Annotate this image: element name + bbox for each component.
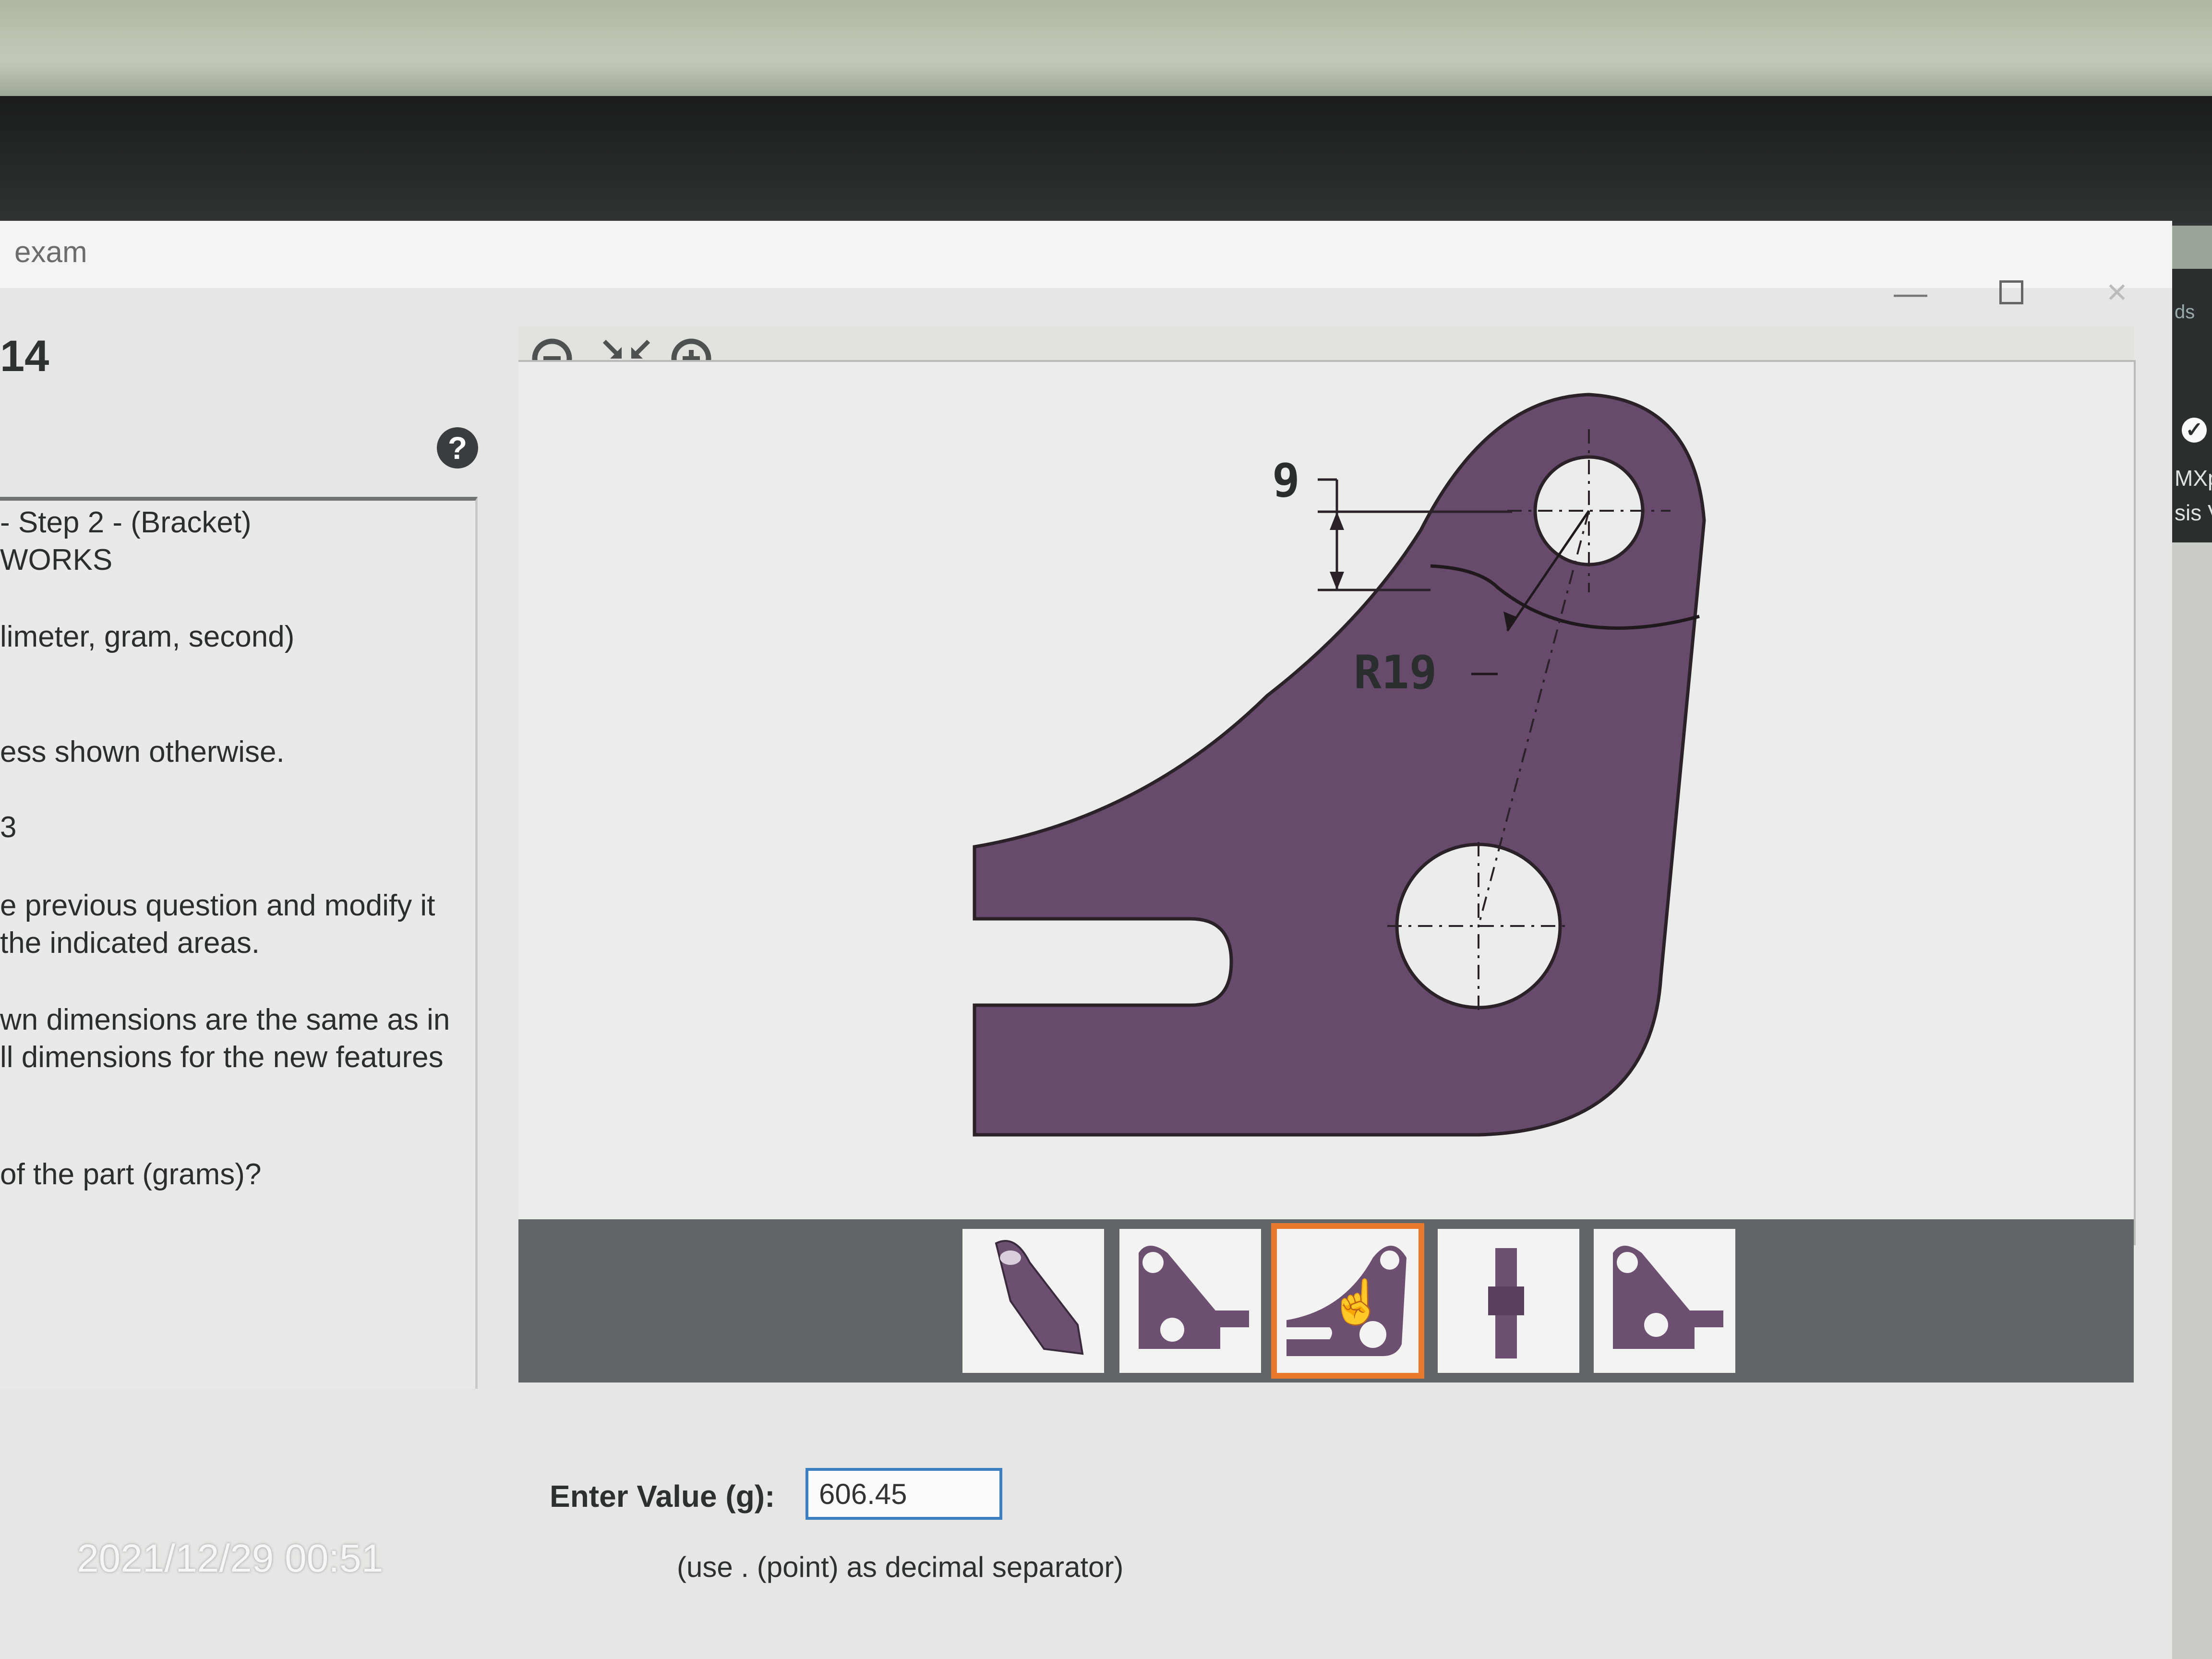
- question-line: WORKS: [0, 543, 113, 577]
- question-line: the indicated areas.: [0, 926, 260, 960]
- thumbnail-side-image: [1488, 1248, 1524, 1358]
- thumbnail-front-view[interactable]: [1119, 1229, 1261, 1373]
- title-bar: exam: [0, 221, 2172, 288]
- background-window-lower: [2172, 542, 2212, 1659]
- value-input[interactable]: [805, 1468, 1002, 1520]
- question-line: ess shown otherwise.: [0, 735, 285, 769]
- help-icon[interactable]: ?: [437, 427, 478, 469]
- thumbnail-strip: ☝: [518, 1219, 2134, 1382]
- question-line: e previous question and modify it: [0, 889, 435, 922]
- question-line: - Step 2 - (Bracket): [0, 506, 252, 539]
- question-line: limeter, gram, second): [0, 620, 295, 653]
- maximize-icon: [1999, 280, 2023, 304]
- thumbnail-alt-image: [1613, 1246, 1723, 1349]
- thumbnail-side-view[interactable]: [1438, 1229, 1579, 1373]
- check-icon: ✓: [2182, 418, 2207, 443]
- background-text-line: sis V: [2175, 500, 2212, 525]
- background-text-line: MXp: [2175, 466, 2212, 491]
- maximize-button[interactable]: [1992, 278, 2031, 307]
- question-line: 3: [0, 811, 17, 844]
- question-text-panel: - Step 2 - (Bracket) WORKS limeter, gram…: [0, 497, 478, 1389]
- dimension-9-label: 9: [1272, 454, 1300, 507]
- thumbnail-modified-view[interactable]: ☝: [1271, 1223, 1424, 1379]
- thumbnail-front-image: [1139, 1246, 1249, 1349]
- radius-label: R19: [1354, 646, 1437, 699]
- drawing-canvas: 9 R19: [518, 360, 2136, 1245]
- close-button[interactable]: ✕: [2098, 278, 2136, 307]
- window-title: exam: [14, 236, 87, 269]
- background-window-text-lower: MXp sis V: [2175, 461, 2212, 530]
- background-window-text: ds: [2175, 288, 2195, 336]
- value-label: Enter Value (g):: [550, 1479, 775, 1514]
- image-viewer: 9 R19 ☝: [518, 326, 2136, 1382]
- question-line: of the part (grams)?: [0, 1158, 262, 1191]
- minimize-button[interactable]: —: [1891, 276, 1930, 310]
- question-number: 14: [0, 332, 49, 381]
- question-line: wn dimensions are the same as in: [0, 1003, 450, 1036]
- monitor-bezel: [0, 96, 2212, 267]
- thumbnail-isometric-image: [995, 1240, 1084, 1355]
- hand-cursor-icon: ☝: [1330, 1278, 1384, 1326]
- photo-timestamp: 2021/12/29 00:51: [77, 1537, 384, 1580]
- background-text-line: ds: [2175, 301, 2195, 323]
- question-line: ll dimensions for the new features: [0, 1041, 444, 1074]
- bracket-drawing: 9 R19: [973, 393, 1706, 1137]
- thumbnail-front-view-alt[interactable]: [1594, 1229, 1735, 1373]
- decimal-hint: (use . (point) as decimal separator): [677, 1551, 1124, 1583]
- thumbnail-isometric[interactable]: [962, 1229, 1104, 1373]
- photo-background: [0, 0, 2212, 110]
